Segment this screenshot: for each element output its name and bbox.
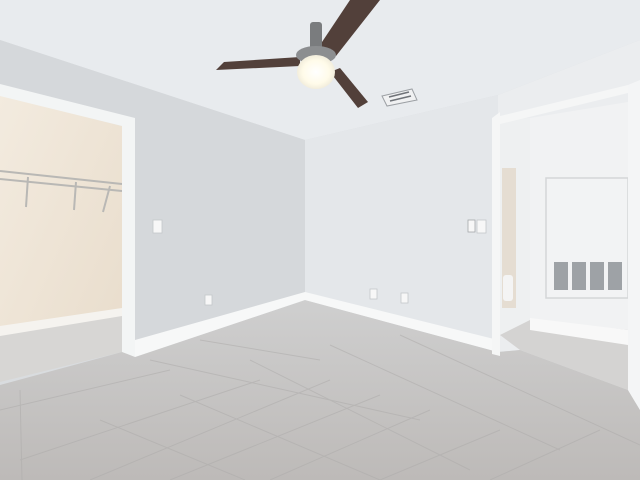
right-door-frame — [492, 112, 500, 356]
fan-light-icon — [297, 55, 335, 89]
outlet-left — [204, 294, 213, 306]
light-switch-right — [476, 219, 487, 234]
thermostat — [467, 219, 476, 233]
room-illustration — [0, 0, 640, 480]
toilet — [503, 275, 513, 301]
bedroom-photo — [0, 0, 640, 480]
right-edge-wall — [628, 80, 640, 410]
light-switch-left — [152, 219, 163, 234]
outlet-back-2 — [400, 292, 409, 304]
outlet-back-1 — [369, 288, 378, 300]
